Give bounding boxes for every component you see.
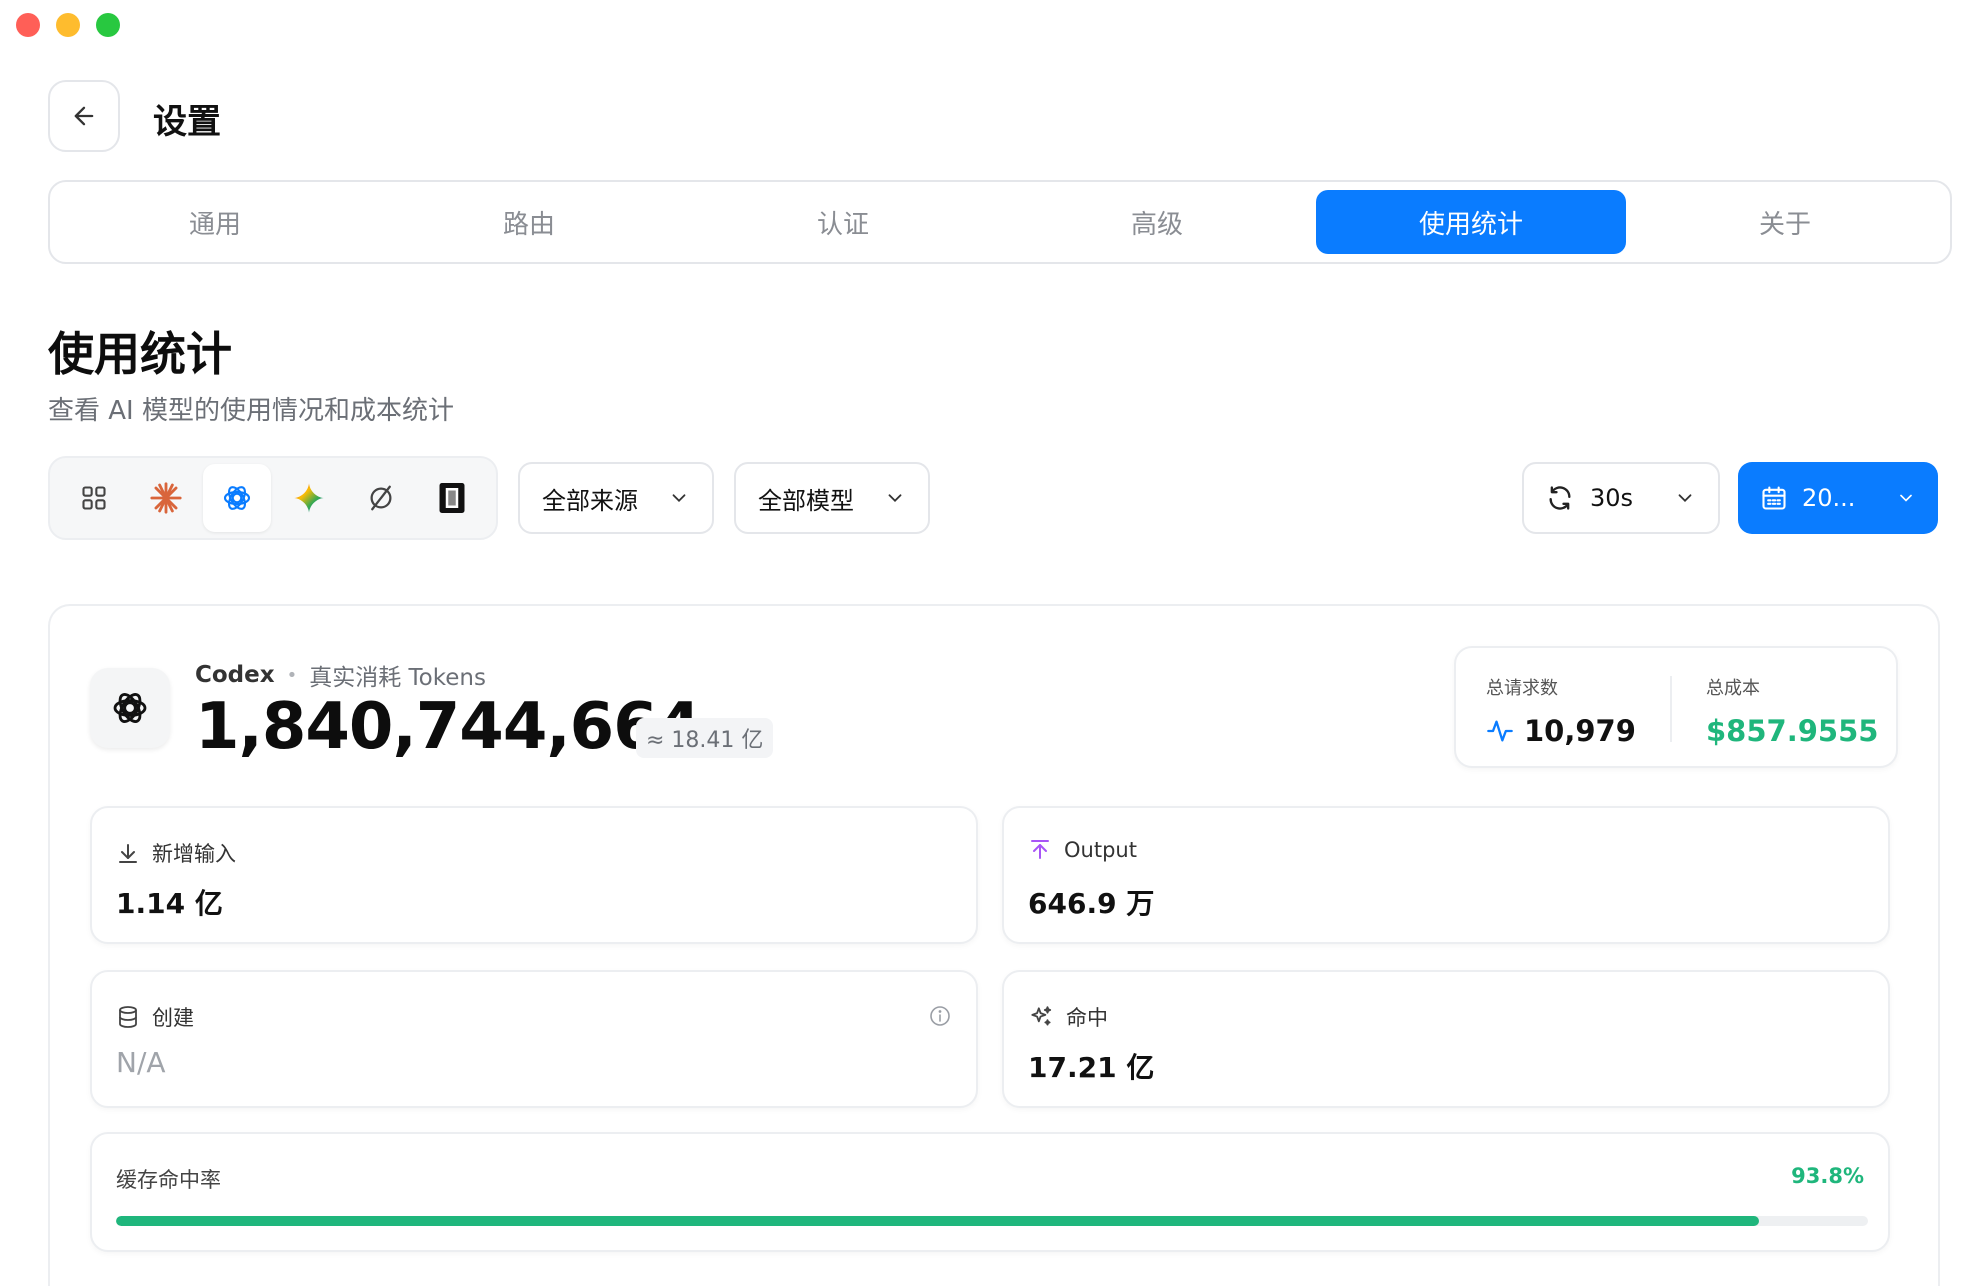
total-cost-label: 总成本: [1706, 678, 1760, 699]
arrow-up-icon: [1031, 840, 1049, 859]
usage-summary-card: Codex • 真实消耗 Tokens 1,840,744,664 ≈ 18.4…: [48, 604, 1940, 1286]
date-range-label: 20...: [1802, 484, 1856, 512]
settings-tabs: 通用 路由 认证 高级 使用统计 关于: [48, 180, 1952, 264]
provider-other-button[interactable]: [347, 464, 415, 532]
summary-divider: [1670, 676, 1672, 742]
cache-hit-rate-track: [116, 1216, 1868, 1226]
cache-hit-header: 命中: [1028, 1002, 1108, 1032]
cache-create-value: N/A: [116, 1046, 166, 1079]
total-requests-row: 10,979: [1486, 714, 1636, 748]
calendar-icon: [1762, 486, 1786, 510]
total-requests-value: 10,979: [1524, 714, 1636, 748]
chevron-down-icon: [672, 494, 686, 503]
slashed-circle-icon: [370, 485, 392, 511]
square-logo-icon: [439, 483, 465, 513]
cache-hit-rate-fill: [116, 1216, 1760, 1226]
openai-icon: [224, 486, 251, 510]
tab-general[interactable]: 通用: [60, 190, 370, 254]
input-tokens-value: 1.14 亿: [116, 887, 223, 920]
provider-line: Codex • 真实消耗 Tokens: [195, 658, 486, 692]
output-tokens-header: Output: [1028, 838, 1137, 862]
chevron-down-icon: [1678, 494, 1692, 503]
total-tokens: 1,840,744,664: [195, 690, 701, 764]
cache-hit-rate-card: 缓存命中率 93.8%: [90, 1132, 1890, 1252]
grid-icon: [82, 486, 106, 510]
cache-create-card: 创建 N/A: [90, 970, 978, 1108]
provider-claude-button[interactable]: [132, 464, 200, 532]
tab-usage-stats[interactable]: 使用统计: [1316, 190, 1626, 254]
chevron-down-icon: [888, 494, 902, 503]
claude-asterisk-icon: [149, 482, 182, 514]
activity-icon: [1487, 720, 1513, 742]
provider-gemini-button[interactable]: [275, 464, 343, 532]
provider-all-button[interactable]: [60, 464, 128, 532]
cache-create-label: 创建: [152, 1006, 194, 1030]
provider-openai-button[interactable]: [203, 464, 272, 532]
request-cost-summary: 总请求数 10,979 总成本 $857.9555: [1454, 646, 1898, 768]
input-tokens-header: 新增输入: [116, 838, 236, 868]
output-tokens-label: Output: [1064, 838, 1137, 862]
settings-window: 设置 通用 路由 认证 高级 使用统计 关于 使用统计 查看 AI 模型的使用情…: [0, 0, 1988, 1286]
total-cost-value: $857.9555: [1706, 714, 1879, 748]
sparkles-icon: [1031, 1006, 1052, 1026]
tab-routing[interactable]: 路由: [374, 190, 684, 254]
output-tokens-value: 646.9 万: [1028, 887, 1155, 920]
section-title: 使用统计: [48, 327, 232, 381]
total-cost-block: 总成本 $857.9555: [1706, 674, 1878, 748]
refresh-interval-value: 30s: [1590, 484, 1634, 512]
tab-about[interactable]: 关于: [1630, 190, 1940, 254]
refresh-interval-dropdown[interactable]: 30s: [1522, 462, 1720, 534]
model-filter-label: 全部模型: [758, 486, 854, 515]
total-requests-label: 总请求数: [1486, 678, 1558, 699]
source-filter-label: 全部来源: [542, 486, 638, 515]
traffic-lights: [16, 13, 120, 37]
openai-icon: [113, 693, 147, 723]
cache-hit-label: 命中: [1066, 1006, 1108, 1030]
refresh-icon: [1549, 486, 1571, 510]
separator-dot: •: [286, 664, 298, 686]
arrow-down-icon: [119, 844, 137, 863]
provider-square-button[interactable]: [418, 464, 486, 532]
cache-hit-rate-value: 93.8%: [1791, 1164, 1864, 1188]
approx-badge: ≈ 18.41 亿: [636, 718, 774, 758]
gemini-sparkle-icon: [294, 483, 324, 513]
page-title: 设置: [153, 102, 221, 142]
model-filter-dropdown[interactable]: 全部模型: [734, 462, 930, 534]
tab-auth[interactable]: 认证: [688, 190, 998, 254]
source-filter-dropdown[interactable]: 全部来源: [518, 462, 714, 534]
database-icon: [119, 1006, 137, 1028]
cache-hit-value: 17.21 亿: [1028, 1051, 1155, 1084]
input-tokens-card: 新增输入 1.14 亿: [90, 806, 978, 944]
arrow-left-icon: [74, 106, 94, 126]
provider-description: 真实消耗 Tokens: [309, 665, 486, 691]
cache-hit-rate-label: 缓存命中率: [116, 1168, 221, 1192]
provider-avatar: [90, 668, 170, 748]
total-requests-block: 总请求数 10,979: [1486, 674, 1636, 748]
minimize-window-button[interactable]: [56, 13, 80, 37]
output-tokens-card: Output 646.9 万: [1002, 806, 1890, 944]
cache-create-header: 创建: [116, 1002, 194, 1032]
close-window-button[interactable]: [16, 13, 40, 37]
provider-filter-group: [48, 456, 498, 540]
zoom-window-button[interactable]: [96, 13, 120, 37]
back-button[interactable]: [48, 80, 120, 152]
section-subtitle: 查看 AI 模型的使用情况和成本统计: [48, 396, 454, 426]
chevron-down-icon: [1900, 494, 1912, 502]
tab-advanced[interactable]: 高级: [1002, 190, 1312, 254]
date-range-button[interactable]: 20...: [1738, 462, 1938, 534]
provider-name: Codex: [195, 662, 275, 688]
info-icon[interactable]: [928, 1004, 952, 1028]
cache-hit-card: 命中 17.21 亿: [1002, 970, 1890, 1108]
input-tokens-label: 新增输入: [152, 842, 236, 866]
